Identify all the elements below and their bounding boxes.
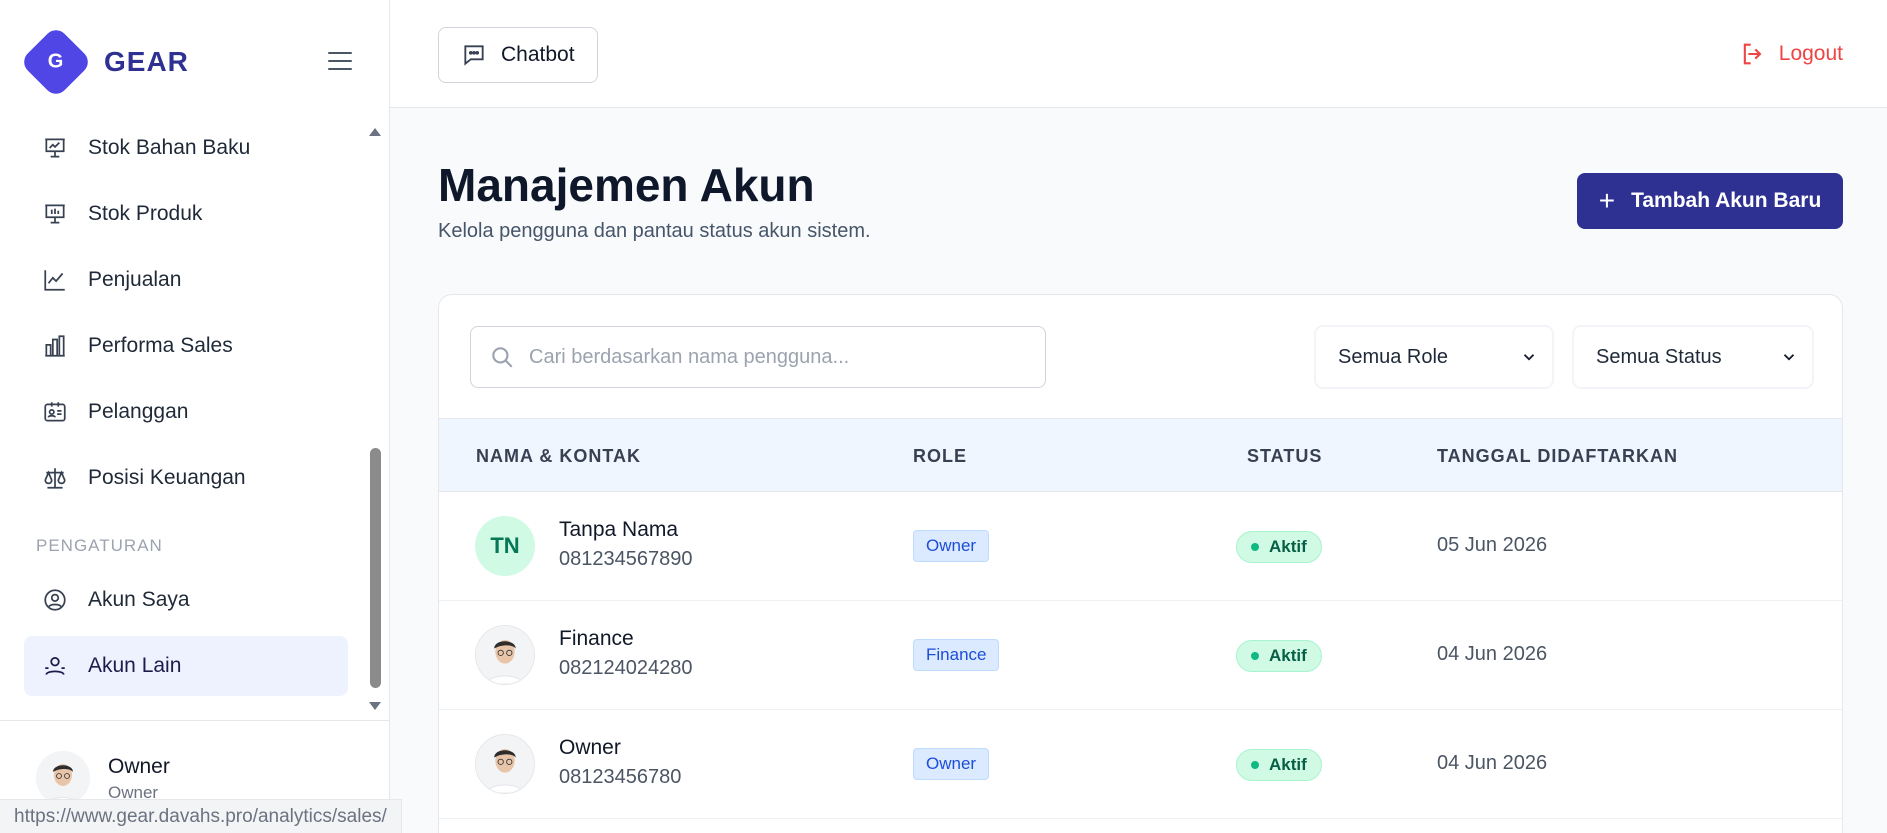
page-subtitle: Kelola pengguna dan pantau status akun s… bbox=[438, 220, 871, 242]
user-name: Owner bbox=[559, 736, 621, 759]
logout-icon bbox=[1739, 40, 1767, 68]
menu-toggle-icon[interactable] bbox=[328, 52, 352, 72]
registered-date: 04 Jun 2026 bbox=[1437, 643, 1548, 665]
sidebar-item-label: Stok Bahan Baku bbox=[88, 136, 251, 159]
avatar bbox=[36, 751, 90, 805]
sidebar-item-label: Akun Saya bbox=[88, 588, 190, 611]
status-badge: Aktif bbox=[1236, 531, 1322, 563]
id-card-icon bbox=[42, 399, 68, 425]
user-phone: 081234567890 bbox=[559, 548, 693, 570]
status-filter-value: Semua Status bbox=[1596, 345, 1722, 368]
presentation-chart-icon bbox=[42, 135, 68, 161]
sidebar-item-label: Akun Lain bbox=[88, 654, 182, 677]
presentation-board-icon bbox=[42, 201, 68, 227]
user-name: Tanpa Nama bbox=[559, 518, 679, 541]
user-circle-icon bbox=[42, 587, 68, 613]
scroll-up-icon[interactable] bbox=[369, 128, 381, 136]
status-badge: Aktif bbox=[1236, 640, 1322, 672]
status-dot-icon bbox=[1251, 761, 1259, 769]
sidebar-item-stok-produk[interactable]: Stok Produk bbox=[24, 184, 348, 244]
table-row[interactable]: Owner 08123456780 Owner Aktif 04 Jun 202… bbox=[439, 710, 1842, 819]
avatar: TN bbox=[475, 516, 535, 576]
sidebar-item-akun-lain[interactable]: Akun Lain bbox=[24, 636, 348, 696]
brand[interactable]: G GEAR bbox=[19, 25, 189, 99]
search-box[interactable] bbox=[470, 326, 1046, 388]
sidebar-item-label: Pelanggan bbox=[88, 400, 189, 423]
sidebar-item-label: Posisi Keuangan bbox=[88, 466, 246, 489]
sidebar-item-performa-sales[interactable]: Performa Sales bbox=[24, 316, 348, 376]
section-label-pengaturan: PENGATURAN bbox=[36, 536, 163, 555]
status-dot-icon bbox=[1251, 652, 1259, 660]
sidebar-nav: Stok Bahan Baku Stok Produk Penjualan Pe… bbox=[0, 118, 366, 718]
search-input[interactable] bbox=[529, 345, 1009, 369]
trend-line-icon bbox=[42, 267, 68, 293]
logout-label: Logout bbox=[1778, 42, 1843, 65]
sidebar: G GEAR Stok Bahan Baku Stok Produk Penju… bbox=[0, 0, 402, 833]
sidebar-item-posisi-keuangan[interactable]: Posisi Keuangan bbox=[24, 448, 348, 508]
chat-bubble-icon bbox=[461, 42, 487, 68]
plus-icon: + bbox=[1598, 185, 1616, 216]
sidebar-scrollbar[interactable] bbox=[366, 128, 386, 710]
search-icon bbox=[489, 344, 515, 370]
sidebar-item-label: Stok Produk bbox=[88, 202, 203, 225]
sidebar-item-pelanggan[interactable]: Pelanggan bbox=[24, 382, 348, 442]
page-title: Manajemen Akun bbox=[438, 159, 815, 211]
brand-logo: G bbox=[19, 25, 93, 99]
table-row[interactable]: TN Tanpa Nama 081234567890 Owner Aktif 0… bbox=[439, 492, 1842, 601]
column-header-status[interactable]: STATUS bbox=[1247, 446, 1322, 467]
scroll-down-icon[interactable] bbox=[369, 702, 381, 710]
chevron-down-icon bbox=[1523, 354, 1535, 361]
users-icon bbox=[42, 653, 68, 679]
add-account-button[interactable]: + Tambah Akun Baru bbox=[1577, 173, 1843, 229]
avatar bbox=[475, 734, 535, 794]
status-filter-select[interactable]: Semua Status bbox=[1573, 326, 1813, 388]
logout-button[interactable]: Logout bbox=[1739, 40, 1843, 68]
user-phone: 082124024280 bbox=[559, 657, 693, 679]
table-row[interactable]: Finance 082124024280 Finance Aktif 04 Ju… bbox=[439, 601, 1842, 710]
column-header-name[interactable]: NAMA & KONTAK bbox=[476, 446, 641, 467]
chatbot-button[interactable]: Chatbot bbox=[438, 27, 598, 83]
scroll-thumb[interactable] bbox=[370, 448, 381, 688]
sidebar-item-stok-bahan-baku[interactable]: Stok Bahan Baku bbox=[24, 118, 348, 178]
role-badge: Owner bbox=[913, 530, 990, 562]
sidebar-item-label: Penjualan bbox=[88, 268, 182, 291]
status-bar-url: https://www.gear.davahs.pro/analytics/sa… bbox=[0, 799, 402, 833]
role-filter-select[interactable]: Semua Role bbox=[1315, 326, 1553, 388]
role-badge: Finance bbox=[913, 639, 1000, 671]
user-phone: 08123456780 bbox=[559, 766, 682, 788]
user-name: Finance bbox=[559, 627, 634, 650]
brand-name: GEAR bbox=[104, 46, 189, 77]
column-header-role[interactable]: ROLE bbox=[913, 446, 967, 467]
chatbot-label: Chatbot bbox=[501, 43, 575, 66]
role-badge: Owner bbox=[913, 748, 990, 780]
sidebar-item-penjualan[interactable]: Penjualan bbox=[24, 250, 348, 310]
role-filter-value: Semua Role bbox=[1338, 345, 1449, 368]
status-badge: Aktif bbox=[1236, 749, 1322, 781]
chevron-down-icon bbox=[1783, 354, 1795, 361]
accounts-card: Semua Role Semua Status NAMA & KONTAK RO… bbox=[438, 294, 1843, 833]
scale-icon bbox=[42, 465, 68, 491]
topbar: Chatbot Logout bbox=[390, 0, 1887, 108]
bar-chart-icon bbox=[42, 333, 68, 359]
sidebar-item-akun-saya[interactable]: Akun Saya bbox=[24, 570, 348, 630]
avatar bbox=[475, 625, 535, 685]
sidebar-item-label: Performa Sales bbox=[88, 334, 233, 357]
table-header: NAMA & KONTAK ROLE STATUS TANGGAL DIDAFT… bbox=[439, 418, 1842, 492]
status-dot-icon bbox=[1251, 543, 1259, 551]
registered-date: 05 Jun 2026 bbox=[1437, 534, 1548, 556]
add-account-label: Tambah Akun Baru bbox=[1631, 189, 1822, 212]
registered-date: 04 Jun 2026 bbox=[1437, 752, 1548, 774]
column-header-date[interactable]: TANGGAL DIDAFTARKAN bbox=[1437, 446, 1678, 467]
user-name: Owner bbox=[108, 755, 170, 778]
